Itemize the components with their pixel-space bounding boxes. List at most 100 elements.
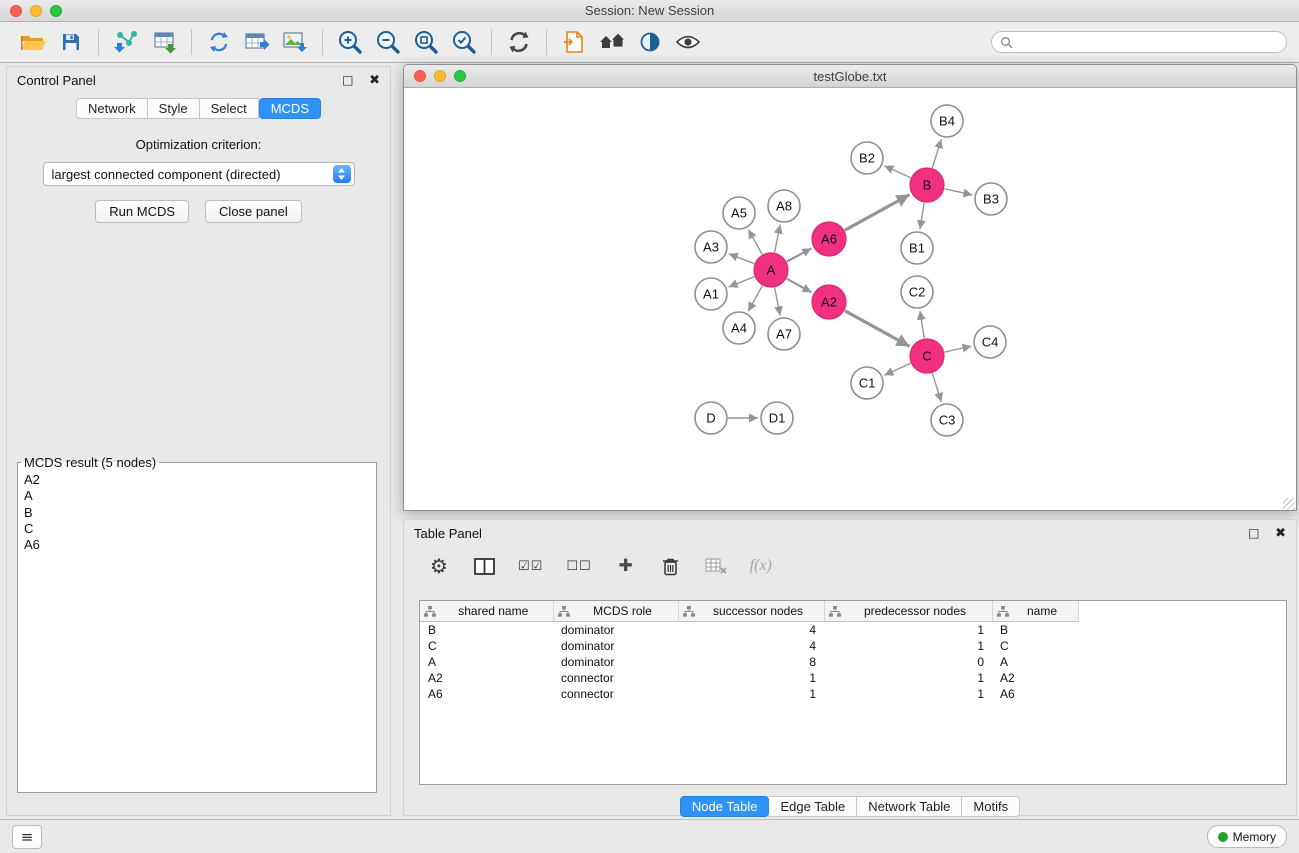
graph-edge-B-B3[interactable] bbox=[945, 189, 973, 195]
graph-edge-C-C2[interactable] bbox=[920, 311, 924, 338]
graph-edge-A-A8[interactable] bbox=[775, 225, 781, 253]
close-panel-icon[interactable]: ✖ bbox=[369, 73, 380, 88]
graph-edge-C-C4[interactable] bbox=[945, 346, 972, 352]
float-panel-icon[interactable]: □ bbox=[342, 73, 353, 87]
tab-node-table[interactable]: Node Table bbox=[680, 796, 770, 817]
table-row[interactable]: Cdominator41C bbox=[420, 638, 1078, 654]
result-item[interactable]: C bbox=[18, 521, 376, 537]
maximize-window-button[interactable] bbox=[50, 5, 62, 17]
columns-icon[interactable] bbox=[473, 558, 495, 575]
gear-icon[interactable]: ⚙ bbox=[428, 556, 450, 576]
open-file-icon[interactable] bbox=[14, 26, 52, 58]
network-window-controls bbox=[414, 70, 466, 82]
float-table-panel-icon[interactable]: □ bbox=[1248, 526, 1259, 540]
eye-icon[interactable] bbox=[669, 26, 707, 58]
maximize-view-button[interactable] bbox=[454, 70, 466, 82]
close-panel-button[interactable]: Close panel bbox=[205, 200, 302, 223]
graph-edge-A-A4[interactable] bbox=[748, 286, 762, 312]
column-header-name[interactable]: name bbox=[992, 601, 1078, 621]
graph-edge-A-A6[interactable] bbox=[787, 248, 811, 261]
export-table-icon[interactable] bbox=[238, 26, 276, 58]
graph-node-label: C bbox=[922, 349, 931, 364]
tab-mcds[interactable]: MCDS bbox=[259, 98, 321, 119]
add-column-icon[interactable]: ✚ bbox=[615, 556, 637, 576]
select-all-icon[interactable]: ☑☑ bbox=[518, 559, 543, 574]
graph-edge-A-A5[interactable] bbox=[748, 230, 762, 255]
run-mcds-button[interactable]: Run MCDS bbox=[95, 200, 189, 223]
zoom-fit-icon[interactable] bbox=[407, 26, 445, 58]
delete-column-icon[interactable] bbox=[705, 557, 727, 575]
search-field[interactable] bbox=[991, 31, 1287, 53]
graph-edge-B-B2[interactable] bbox=[884, 166, 910, 178]
result-item[interactable]: A bbox=[18, 488, 376, 504]
graph-edge-C-C1[interactable] bbox=[884, 363, 910, 375]
graph-edge-A-A7[interactable] bbox=[775, 288, 781, 316]
export-image-icon[interactable] bbox=[276, 26, 314, 58]
menu-button[interactable]: ≡ bbox=[12, 825, 42, 849]
table-row[interactable]: Bdominator41B bbox=[420, 621, 1078, 638]
save-session-icon[interactable] bbox=[52, 26, 90, 58]
contrast-icon[interactable] bbox=[631, 26, 669, 58]
zoom-out-icon[interactable] bbox=[369, 26, 407, 58]
trash-icon[interactable] bbox=[660, 557, 682, 576]
graph-edge-B-B4[interactable] bbox=[932, 139, 941, 168]
toolbar-separator bbox=[546, 29, 547, 55]
tab-network-table[interactable]: Network Table bbox=[857, 796, 962, 817]
network-canvas[interactable]: AA1A2A3A4A5A6A7A8BB1B2B3B4CC1C2C3C4DD1 bbox=[404, 88, 1296, 511]
graph-node-label: C1 bbox=[859, 376, 876, 391]
table-row[interactable]: A6connector11A6 bbox=[420, 686, 1078, 702]
criterion-dropdown[interactable]: largest connected component (directed) bbox=[43, 162, 355, 186]
tab-select[interactable]: Select bbox=[200, 98, 259, 119]
search-input[interactable] bbox=[1018, 34, 1286, 51]
tab-network[interactable]: Network bbox=[76, 98, 148, 119]
minimize-window-button[interactable] bbox=[30, 5, 42, 17]
table-toolbar: ⚙ ☑☑ ☐☐ ✚ f(x) bbox=[404, 543, 1296, 580]
column-header-mcds-role[interactable]: MCDS role bbox=[553, 601, 678, 621]
graph-edge-A2-C[interactable] bbox=[845, 311, 910, 347]
column-type-icon bbox=[683, 606, 695, 620]
function-builder-icon[interactable]: f(x) bbox=[750, 557, 772, 575]
column-header-successor-nodes[interactable]: successor nodes bbox=[678, 601, 824, 621]
graph-node-label: B1 bbox=[909, 241, 925, 256]
import-table-icon[interactable] bbox=[145, 26, 183, 58]
home-icon[interactable] bbox=[593, 26, 631, 58]
zoom-in-icon[interactable] bbox=[331, 26, 369, 58]
graph-edge-A-A3[interactable] bbox=[729, 254, 754, 264]
graph-edge-C-C3[interactable] bbox=[932, 373, 941, 402]
graph-edge-A-A2[interactable] bbox=[787, 279, 812, 293]
graph-edge-A-A1[interactable] bbox=[729, 277, 755, 287]
result-item[interactable]: A6 bbox=[18, 537, 376, 553]
table-row[interactable]: Adominator80A bbox=[420, 654, 1078, 670]
control-panel-tabs: Network Style Select MCDS bbox=[7, 98, 390, 119]
network-graph[interactable]: AA1A2A3A4A5A6A7A8BB1B2B3B4CC1C2C3C4DD1 bbox=[404, 88, 1296, 511]
close-window-button[interactable] bbox=[10, 5, 22, 17]
network-window-title: testGlobe.txt bbox=[404, 69, 1296, 84]
graph-node-label: B bbox=[923, 178, 932, 193]
graph-edge-B-B1[interactable] bbox=[920, 203, 924, 229]
export-network-icon[interactable] bbox=[200, 26, 238, 58]
document-icon[interactable] bbox=[555, 26, 593, 58]
result-item[interactable]: A2 bbox=[18, 472, 376, 488]
tab-style[interactable]: Style bbox=[148, 98, 200, 119]
column-header-shared-name[interactable]: shared name bbox=[420, 601, 553, 621]
table-row[interactable]: A2connector11A2 bbox=[420, 670, 1078, 686]
criterion-selected-value: largest connected component (directed) bbox=[52, 167, 281, 182]
zoom-selected-icon[interactable] bbox=[445, 26, 483, 58]
status-bar: ≡ Memory bbox=[0, 819, 1299, 853]
close-view-button[interactable] bbox=[414, 70, 426, 82]
import-network-icon[interactable] bbox=[107, 26, 145, 58]
result-item[interactable]: B bbox=[18, 505, 376, 521]
close-table-panel-icon[interactable]: ✖ bbox=[1275, 526, 1286, 541]
tab-motifs[interactable]: Motifs bbox=[962, 796, 1020, 817]
table-tabs: Node Table Edge Table Network Table Moti… bbox=[404, 796, 1296, 817]
minimize-view-button[interactable] bbox=[434, 70, 446, 82]
tab-edge-table[interactable]: Edge Table bbox=[769, 796, 857, 817]
column-header-predecessor-nodes[interactable]: predecessor nodes bbox=[824, 601, 992, 621]
refresh-icon[interactable] bbox=[500, 26, 538, 58]
graph-edge-A6-B[interactable] bbox=[845, 195, 910, 231]
memory-button[interactable]: Memory bbox=[1207, 825, 1287, 848]
node-table-container: shared name MCDS role successor nodes pr… bbox=[419, 600, 1287, 785]
graph-node-label: D1 bbox=[769, 411, 786, 426]
resize-grip[interactable] bbox=[1283, 498, 1295, 510]
deselect-all-icon[interactable]: ☐☐ bbox=[566, 559, 591, 574]
